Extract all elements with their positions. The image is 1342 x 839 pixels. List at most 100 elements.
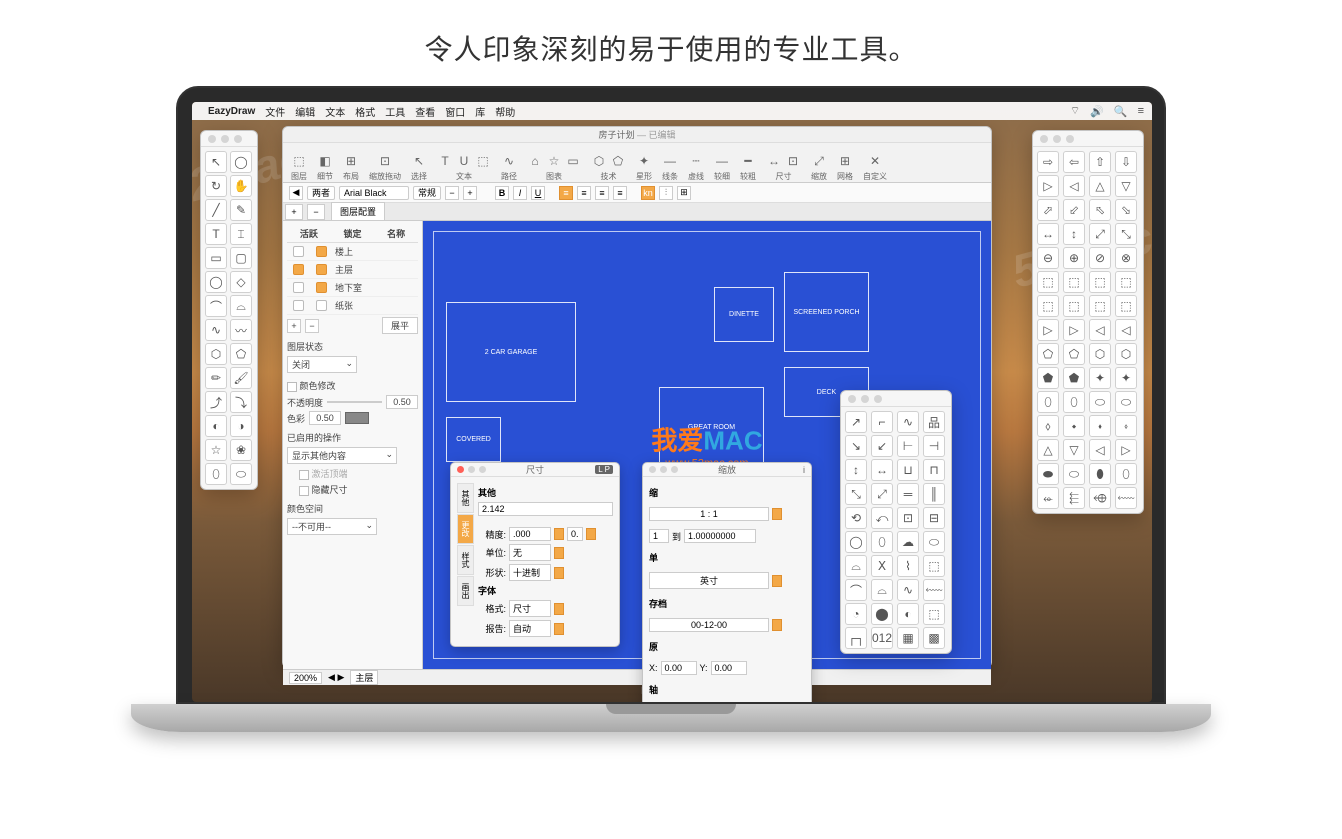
toolbar-icon[interactable]: ⤢ (811, 153, 827, 169)
s19[interactable]: ⊡ (897, 507, 919, 529)
s11[interactable]: ⊔ (897, 459, 919, 481)
s2[interactable]: ⌐ (871, 411, 893, 433)
arrow-44[interactable]: ⬭ (1115, 391, 1137, 413)
fmt-style[interactable]: 常规 (413, 186, 441, 200)
arrow-14[interactable]: ↕ (1063, 223, 1085, 245)
activate-top-check[interactable] (299, 470, 309, 480)
arrow-43[interactable]: ⬭ (1089, 391, 1111, 413)
toolbar-icon[interactable]: T (437, 153, 453, 169)
flatten-button[interactable]: 展平 (382, 317, 418, 334)
tint-swatch[interactable] (345, 412, 369, 424)
arrow-21[interactable]: ⬚ (1037, 271, 1059, 293)
arrow-37[interactable]: ⬟ (1037, 367, 1059, 389)
tint-value[interactable]: 0.50 (309, 411, 341, 425)
s21[interactable]: ◯ (845, 531, 867, 553)
toolbar-icon[interactable]: ━ (740, 153, 756, 169)
menu-library[interactable]: 库 (475, 104, 485, 119)
s32[interactable]: ⬳ (923, 579, 945, 601)
arrow-38[interactable]: ⬟ (1063, 367, 1085, 389)
s37[interactable]: ┌┐ (845, 627, 867, 649)
s26[interactable]: Ⅹ (871, 555, 893, 577)
s9[interactable]: ↕ (845, 459, 867, 481)
arrow-7[interactable]: △ (1089, 175, 1111, 197)
toolbar-icon[interactable]: ∿ (501, 153, 517, 169)
arrow-46[interactable]: ⬩ (1063, 415, 1085, 437)
tool-line[interactable]: ╱ (205, 199, 227, 221)
save-select[interactable]: 00-12-00 (649, 618, 769, 632)
toolbar-icon[interactable]: ◧ (317, 153, 333, 169)
s4[interactable]: 品 (923, 411, 945, 433)
menu-format[interactable]: 格式 (355, 104, 375, 119)
close-icon[interactable] (457, 466, 464, 473)
arrow-32[interactable]: ◁ (1115, 319, 1137, 341)
tool-shape2[interactable]: ◑ (230, 415, 252, 437)
layer-locked-check[interactable] (316, 282, 327, 293)
dim-tab-style[interactable]: 样式 (457, 545, 474, 575)
arrow-54[interactable]: ⬭ (1063, 463, 1085, 485)
color-mod-check[interactable] (287, 382, 297, 392)
toolbar-icon[interactable]: ↖ (411, 153, 427, 169)
arrow-51[interactable]: ◁ (1089, 439, 1111, 461)
tool-pen[interactable]: ✎ (230, 199, 252, 221)
s5[interactable]: ↘ (845, 435, 867, 457)
tool-arrow[interactable]: ↖ (205, 151, 227, 173)
search-icon[interactable]: 🔍 (1114, 105, 1128, 118)
menu-icon[interactable]: ≡ (1138, 105, 1144, 117)
toolbar-icon[interactable]: ⌂ (527, 153, 543, 169)
s18[interactable]: ⤺ (871, 507, 893, 529)
toolbar-icon[interactable]: — (714, 153, 730, 169)
menubar-app-name[interactable]: EazyDraw (208, 106, 255, 117)
tool-hand[interactable]: ✋ (230, 175, 252, 197)
dim-value-input[interactable] (478, 502, 613, 516)
s15[interactable]: ═ (897, 483, 919, 505)
arrow-33[interactable]: ⬠ (1037, 343, 1059, 365)
s34[interactable]: ⬤ (871, 603, 893, 625)
arrow-1[interactable]: ⇨ (1037, 151, 1059, 173)
s6[interactable]: ↙ (871, 435, 893, 457)
tool-textselect[interactable]: ⌶ (230, 223, 252, 245)
toolbar-icon[interactable]: ⊡ (785, 153, 801, 169)
tool-lasso[interactable]: ◯ (230, 151, 252, 173)
arrow-11[interactable]: ⬁ (1089, 199, 1111, 221)
arrow-42[interactable]: ⬯ (1063, 391, 1085, 413)
arrow-18[interactable]: ⊕ (1063, 247, 1085, 269)
arrow-55[interactable]: ⬮ (1089, 463, 1111, 485)
arrow-4[interactable]: ⇩ (1115, 151, 1137, 173)
info-icon[interactable]: i (803, 465, 805, 475)
layer-locked-check[interactable] (316, 300, 327, 311)
arrow-25[interactable]: ⬚ (1037, 295, 1059, 317)
tool-diamond[interactable]: ◇ (230, 271, 252, 293)
arrow-36[interactable]: ⬡ (1115, 343, 1137, 365)
tool-rect[interactable]: ▭ (205, 247, 227, 269)
arrow-40[interactable]: ✦ (1115, 367, 1137, 389)
dim-tab-other[interactable]: 其他 (457, 483, 474, 513)
arrow-53[interactable]: ⬬ (1037, 463, 1059, 485)
tool-misc[interactable]: ⬭ (230, 463, 252, 485)
menu-file[interactable]: 文件 (265, 104, 285, 119)
arrow-24[interactable]: ⬚ (1115, 271, 1137, 293)
toolbar-icon[interactable]: U (456, 153, 472, 169)
s3[interactable]: ∿ (897, 411, 919, 433)
unit-select[interactable]: 无 (509, 544, 551, 561)
fmt-extra[interactable]: ⊞ (677, 186, 691, 200)
layer-active-check[interactable] (293, 300, 304, 311)
layer-active-check[interactable] (293, 282, 304, 293)
s33[interactable]: ◔ (845, 603, 867, 625)
arrow-6[interactable]: ◁ (1063, 175, 1085, 197)
arrow-50[interactable]: ▽ (1063, 439, 1085, 461)
tab-add[interactable]: + (285, 204, 303, 220)
tool-arc2[interactable]: ⌓ (230, 295, 252, 317)
arrow-8[interactable]: ▽ (1115, 175, 1137, 197)
s35[interactable]: ◐ (897, 603, 919, 625)
layer-add[interactable]: + (287, 319, 301, 333)
arrow-49[interactable]: △ (1037, 439, 1059, 461)
arrow-34[interactable]: ⬠ (1063, 343, 1085, 365)
tool-oval[interactable]: ◯ (205, 271, 227, 293)
fmt-both[interactable]: 两者 (307, 186, 335, 200)
fmt-align-right[interactable]: ≡ (595, 186, 609, 200)
arrow-16[interactable]: ⤡ (1115, 223, 1137, 245)
arrow-19[interactable]: ⊘ (1089, 247, 1111, 269)
arrow-31[interactable]: ◁ (1089, 319, 1111, 341)
layer-active-check[interactable] (293, 264, 304, 275)
fmt-dec[interactable]: − (445, 186, 459, 200)
